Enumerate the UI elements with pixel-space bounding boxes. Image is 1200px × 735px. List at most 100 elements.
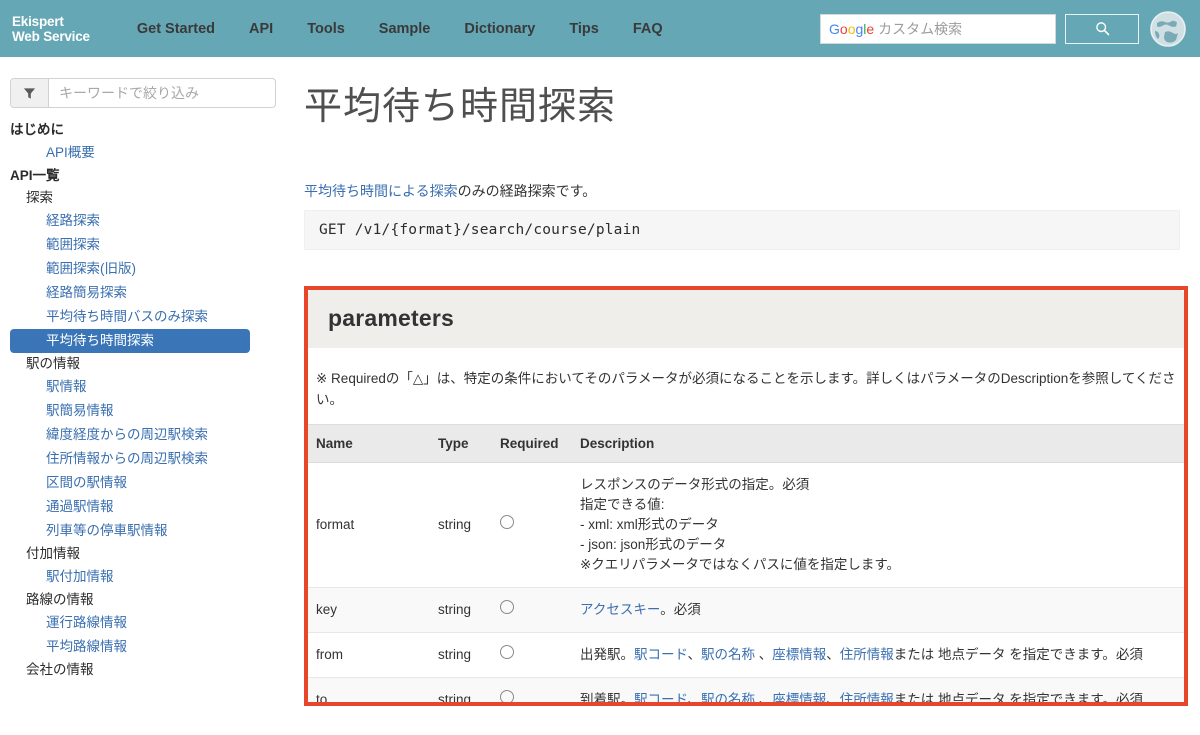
sidebar-item-ido-keido-shuhen[interactable]: 緯度経度からの周辺駅検索 [10, 423, 282, 447]
sidebar-nav-tree: はじめに API概要 API一覧 探索 経路探索 範囲探索 範囲探索(旧版) 経… [10, 119, 282, 681]
required-circle-icon [500, 645, 514, 659]
desc-link-station-name[interactable]: 駅の名称 [701, 647, 755, 662]
desc-prefix: 出発駅。 [580, 647, 634, 662]
cell-type: string [430, 587, 492, 633]
sidebar-filter-input[interactable] [49, 79, 275, 107]
table-row: key string アクセスキー。必須 [308, 587, 1184, 633]
cell-name: format [308, 462, 430, 588]
desc-mid: または 地点データ [893, 647, 1010, 662]
sidebar-item-hani-tansaku[interactable]: 範囲探索 [10, 233, 282, 257]
cell-name: to [308, 677, 430, 702]
table-row: format string レスポンスのデータ形式の指定。必須 指定できる値: … [308, 462, 1184, 588]
cell-type: string [430, 677, 492, 702]
sidebar-item-eki-fuka-joho[interactable]: 駅付加情報 [10, 565, 282, 589]
sidebar-item-keiro-kani-tansaku[interactable]: 経路簡易探索 [10, 281, 282, 305]
desc-link-station-code[interactable]: 駅コード [634, 647, 687, 662]
nav-item-api[interactable]: API [232, 21, 290, 37]
parameters-table: Name Type Required Description format st… [308, 424, 1184, 706]
parameters-panel: parameters ※ Requiredの「△」は、特定の条件においてそのパラ… [304, 286, 1188, 706]
cell-description: 出発駅。駅コード、駅の名称 、座標情報、住所情報または 地点データ を指定できま… [572, 632, 1184, 678]
desc-tail: を指定できます。必須 [1009, 692, 1143, 706]
required-circle-icon [500, 600, 514, 614]
sidebar-filter[interactable] [10, 78, 276, 108]
brand-line-2: Web Service [12, 28, 90, 44]
main-content: 平均待ち時間探索 平均待ち時間による探索のみの経路探索です。 GET /v1/{… [292, 57, 1200, 735]
desc-link-address[interactable]: 住所情報 [840, 692, 894, 702]
globe-icon[interactable] [1148, 9, 1188, 49]
sidebar-item-eki-joho[interactable]: 駅情報 [10, 375, 282, 399]
sidebar-subgroup-rosen-joho: 路線の情報 [26, 592, 94, 607]
sidebar-item-heikin-machi-bus[interactable]: 平均待ち時間バスのみ探索 [10, 305, 282, 329]
table-header-row: Name Type Required Description [308, 424, 1184, 463]
desc-prefix: 到着駅。 [580, 692, 634, 706]
column-header-description: Description [572, 424, 1184, 463]
desc-line: レスポンスのデータ形式の指定。必須 [580, 477, 810, 492]
search-input[interactable]: Google カスタム検索 [820, 13, 1056, 44]
cell-name: from [308, 632, 430, 678]
desc-link-coordinate[interactable]: 座標情報 [772, 647, 826, 662]
cell-name: key [308, 587, 430, 633]
sidebar-item-kukan-no-eki[interactable]: 区間の駅情報 [10, 471, 282, 495]
sidebar-item-unko-rosen-joho[interactable]: 運行路線情報 [10, 611, 282, 635]
nav-item-faq[interactable]: FAQ [616, 21, 680, 37]
sidebar-item-ressha-teisha-eki[interactable]: 列車等の停車駅情報 [10, 519, 282, 543]
main-navigation: Get Started API Tools Sample Dictionary … [120, 21, 680, 37]
sidebar-group-hajimeni: はじめに [10, 122, 64, 137]
required-circle-icon [500, 690, 514, 702]
search-icon [1095, 22, 1109, 36]
parameters-heading: parameters [328, 305, 455, 331]
desc-line: ※クエリパラメータではなくパスに値を指定します。 [580, 557, 901, 572]
nav-item-tools[interactable]: Tools [290, 21, 362, 37]
column-header-type: Type [430, 424, 492, 463]
desc-line: - xml: xml形式のデータ [580, 517, 719, 532]
nav-item-dictionary[interactable]: Dictionary [447, 21, 552, 37]
site-header: Ekispert Web Service Get Started API Too… [0, 0, 1200, 57]
sidebar-group-api-list: API一覧 [10, 168, 60, 183]
intro-paragraph: 平均待ち時間による探索のみの経路探索です。 [304, 181, 1188, 201]
cell-description: レスポンスのデータ形式の指定。必須 指定できる値: - xml: xml形式のデ… [572, 462, 1184, 588]
nav-item-sample[interactable]: Sample [362, 21, 448, 37]
sidebar-subgroup-eki-joho: 駅の情報 [26, 356, 80, 371]
sidebar-item-keiro-tansaku[interactable]: 経路探索 [10, 209, 282, 233]
required-circle-icon [500, 515, 514, 529]
intro-link[interactable]: 平均待ち時間による探索 [304, 183, 458, 199]
desc-mid: または 地点データ [893, 692, 1010, 706]
search-placeholder-text: カスタム検索 [874, 20, 963, 37]
cell-type: string [430, 632, 492, 678]
desc-link-address[interactable]: 住所情報 [840, 647, 894, 662]
desc-link-access-key[interactable]: アクセスキー [580, 602, 660, 617]
desc-link-station-name[interactable]: 駅の名称 [701, 692, 755, 702]
desc-line: 指定できる値: [580, 497, 665, 512]
site-brand[interactable]: Ekispert Web Service [10, 14, 90, 44]
sidebar-item-heikin-rosen-joho[interactable]: 平均路線情報 [10, 635, 282, 659]
endpoint-code-block: GET /v1/{format}/search/course/plain [304, 210, 1180, 250]
parameters-note: ※ Requiredの「△」は、特定の条件においてそのパラメータが必須になること… [316, 371, 1176, 407]
cell-type: string [430, 462, 492, 588]
sidebar-subgroup-tansaku: 探索 [26, 190, 53, 205]
search-placeholder: Google カスタム検索 [829, 20, 963, 37]
sidebar-item-eki-kani-joho[interactable]: 駅簡易情報 [10, 399, 282, 423]
header-right-group: Google カスタム検索 [820, 0, 1188, 57]
sidebar-item-api-gaiyou[interactable]: API概要 [10, 141, 282, 165]
sidebar-item-hani-tansaku-old[interactable]: 範囲探索(旧版) [10, 257, 282, 281]
search-button[interactable] [1065, 13, 1139, 44]
sidebar-subgroup-fuka-joho: 付加情報 [26, 546, 80, 561]
desc-link-station-code[interactable]: 駅コード [634, 692, 687, 702]
sidebar-item-jusho-shuhen[interactable]: 住所情報からの周辺駅検索 [10, 447, 282, 471]
table-row: to string 到着駅。駅コード、駅の名称 、座標情報、住所情報または 地点… [308, 677, 1184, 706]
desc-link-coordinate[interactable]: 座標情報 [772, 692, 826, 702]
filter-icon [11, 79, 49, 107]
cell-required [492, 587, 572, 633]
cell-required [492, 677, 572, 702]
column-header-required: Required [492, 424, 572, 463]
sidebar-item-heikin-machi-tansaku[interactable]: 平均待ち時間探索 [10, 329, 250, 353]
desc-tail: を指定できます。必須 [1009, 647, 1143, 662]
page-body: はじめに API概要 API一覧 探索 経路探索 範囲探索 範囲探索(旧版) 経… [0, 57, 1200, 735]
nav-item-get-started[interactable]: Get Started [120, 21, 232, 37]
sidebar: はじめに API概要 API一覧 探索 経路探索 範囲探索 範囲探索(旧版) 経… [0, 57, 292, 735]
parameters-panel-header: parameters [308, 290, 1184, 348]
sidebar-item-tsuka-eki[interactable]: 通過駅情報 [10, 495, 282, 519]
page-title: 平均待ち時間探索 [304, 86, 617, 128]
sidebar-subgroup-kaisha-joho: 会社の情報 [26, 662, 94, 677]
nav-item-tips[interactable]: Tips [552, 21, 616, 37]
